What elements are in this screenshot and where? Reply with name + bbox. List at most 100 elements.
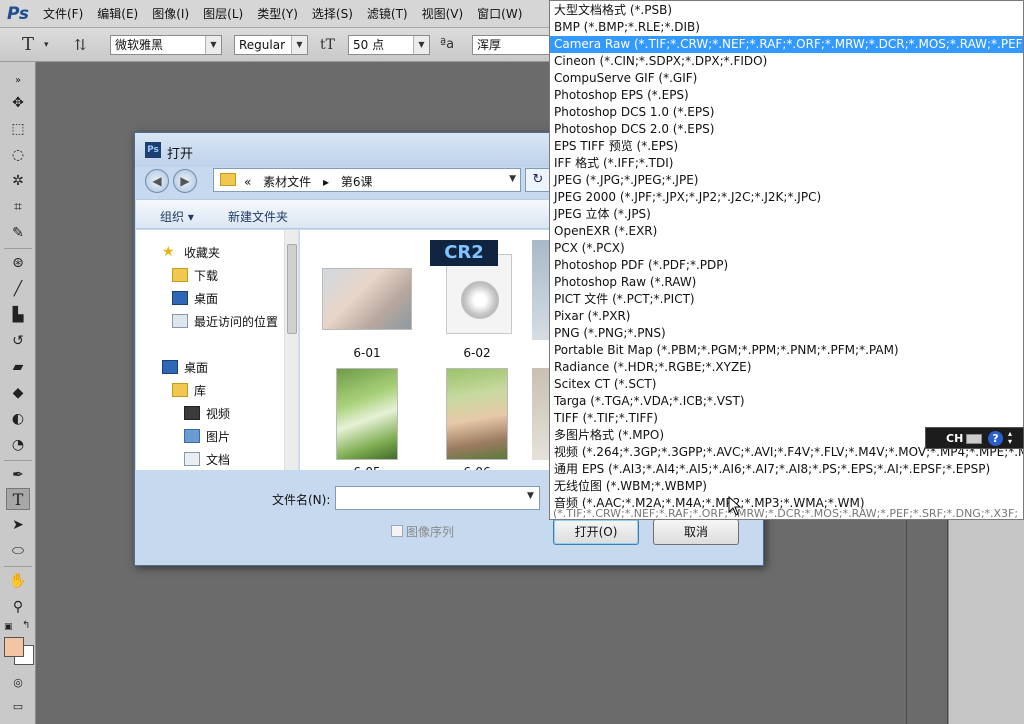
format-option[interactable]: PNG (*.PNG;*.PNS) (550, 325, 1023, 342)
marquee-tool-icon[interactable]: ⬚ (6, 118, 30, 140)
path-selection-tool-icon[interactable]: ➤ (6, 514, 30, 536)
chevron-down-icon[interactable]: ▼ (527, 491, 534, 501)
menu-type[interactable]: 类型(Y) (250, 5, 305, 22)
menu-file[interactable]: 文件(F) (36, 5, 90, 22)
clone-stamp-tool-icon[interactable]: ▙ (6, 304, 30, 326)
quick-mask-icon[interactable]: ◎ (6, 672, 30, 694)
ime-options-icon[interactable]: ▴ ▾ (1008, 430, 1012, 446)
keyboard-icon[interactable] (966, 434, 982, 444)
nav-item-videos[interactable]: 视频 (184, 403, 230, 423)
format-option[interactable]: BMP (*.BMP;*.RLE;*.DIB) (550, 19, 1023, 36)
nav-item-pictures[interactable]: 图片 (184, 426, 230, 446)
format-option[interactable]: 通用 EPS (*.AI3;*.AI4;*.AI5;*.AI6;*.AI7;*.… (550, 461, 1023, 478)
refresh-button[interactable]: ↻ (525, 168, 551, 192)
new-folder-button[interactable]: 新建文件夹 (228, 208, 288, 225)
font-family-select[interactable]: 微软雅黑 ▼ (110, 35, 222, 55)
history-brush-tool-icon[interactable]: ↺ (6, 330, 30, 352)
format-option[interactable]: Pixar (*.PXR) (550, 308, 1023, 325)
toggle-orientation-icon[interactable]: ⇅ (74, 35, 87, 55)
screen-mode-icon[interactable]: ▭ (6, 696, 30, 718)
lasso-tool-icon[interactable]: ◌ (6, 144, 30, 166)
format-option[interactable]: 大型文档格式 (*.PSB) (550, 2, 1023, 19)
ime-language-label[interactable]: CH (946, 432, 963, 445)
dodge-tool-icon[interactable]: ◔ (6, 434, 30, 456)
format-option[interactable]: PICT 文件 (*.PCT;*.PICT) (550, 291, 1023, 308)
scroll-thumb[interactable] (287, 244, 297, 334)
ellipse-tool-icon[interactable]: ⬭ (6, 540, 30, 562)
zoom-tool-icon[interactable]: ⚲ (6, 596, 30, 618)
eraser-tool-icon[interactable]: ▰ (6, 356, 30, 378)
menu-select[interactable]: 选择(S) (305, 5, 360, 22)
menu-edit[interactable]: 编辑(E) (90, 5, 145, 22)
panel-collapse-icon[interactable]: » (6, 70, 30, 92)
format-option[interactable]: Cineon (*.CIN;*.SDPX;*.DPX;*.FIDO) (550, 53, 1023, 70)
swap-colors-icon[interactable]: ↰ (22, 620, 30, 631)
font-style-select[interactable]: Regular ▼ (234, 35, 308, 55)
anti-alias-select[interactable]: 浑厚 (472, 35, 554, 55)
format-option[interactable]: OpenEXR (*.EXR) (550, 223, 1023, 240)
filename-input[interactable] (335, 486, 540, 510)
eyedropper-tool-icon[interactable]: ✎ (6, 222, 30, 244)
file-item[interactable]: CR2 (430, 240, 522, 334)
format-option[interactable]: IFF 格式 (*.IFF;*.TDI) (550, 155, 1023, 172)
menu-filter[interactable]: 滤镜(T) (360, 5, 415, 22)
format-option[interactable]: Portable Bit Map (*.PBM;*.PGM;*.PPM;*.PN… (550, 342, 1023, 359)
nav-item-desktop[interactable]: 桌面 (172, 288, 218, 308)
nav-item-documents[interactable]: 文档 (184, 449, 230, 469)
nav-item-recent[interactable]: 最近访问的位置 (172, 311, 278, 331)
crop-tool-icon[interactable]: ⌗ (6, 196, 30, 218)
file-item[interactable] (432, 368, 522, 460)
blur-tool-icon[interactable]: ◐ (6, 408, 30, 430)
format-option[interactable]: Photoshop PDF (*.PDF;*.PDP) (550, 257, 1023, 274)
breadcrumb-item[interactable]: 素材文件 (263, 175, 311, 189)
format-option[interactable]: JPEG 立体 (*.JPS) (550, 206, 1023, 223)
foreground-color-swatch[interactable] (4, 637, 24, 657)
brush-tool-icon[interactable]: ╱ (6, 278, 30, 300)
breadcrumb-overflow[interactable]: « (244, 175, 251, 189)
nav-scrollbar[interactable] (284, 230, 298, 470)
type-tool-icon[interactable]: T (6, 488, 30, 510)
healing-brush-tool-icon[interactable]: ⊛ (6, 252, 30, 274)
format-option[interactable]: EPS TIFF 预览 (*.EPS) (550, 138, 1023, 155)
format-option[interactable]: TIFF (*.TIF;*.TIFF) (550, 410, 1023, 427)
nav-item-libraries[interactable]: 库 (172, 380, 206, 400)
format-option[interactable]: Photoshop DCS 2.0 (*.EPS) (550, 121, 1023, 138)
format-option[interactable]: Scitex CT (*.SCT) (550, 376, 1023, 393)
breadcrumb-item[interactable]: 第6课 (341, 175, 373, 189)
type-tool-icon[interactable]: T (22, 35, 34, 55)
help-icon[interactable]: ? (988, 431, 1003, 446)
pen-tool-icon[interactable]: ✒ (6, 464, 30, 486)
menu-view[interactable]: 视图(V) (415, 5, 471, 22)
format-option[interactable]: 无线位图 (*.WBM;*.WBMP) (550, 478, 1023, 495)
default-colors-icon[interactable]: ▣ (4, 622, 13, 632)
format-option[interactable]: Radiance (*.HDR;*.RGBE;*.XYZE) (550, 359, 1023, 376)
forward-button[interactable]: ▶ (173, 169, 197, 193)
move-tool-icon[interactable]: ✥ (6, 92, 30, 114)
format-option[interactable]: JPEG (*.JPG;*.JPEG;*.JPE) (550, 172, 1023, 189)
chevron-down-icon[interactable]: ▼ (509, 174, 516, 184)
format-option[interactable]: Targa (*.TGA;*.VDA;*.ICB;*.VST) (550, 393, 1023, 410)
organize-button[interactable]: 组织 ▾ (160, 208, 194, 225)
back-button[interactable]: ◀ (145, 169, 169, 193)
font-size-select[interactable]: 50 点 ▼ (348, 35, 430, 55)
paint-bucket-tool-icon[interactable]: ◆ (6, 382, 30, 404)
format-option[interactable]: Photoshop EPS (*.EPS) (550, 87, 1023, 104)
format-option[interactable]: Photoshop Raw (*.RAW) (550, 274, 1023, 291)
format-option[interactable]: PCX (*.PCX) (550, 240, 1023, 257)
hand-tool-icon[interactable]: ✋ (6, 570, 30, 592)
magic-wand-tool-icon[interactable]: ✲ (6, 170, 30, 192)
image-sequence-checkbox[interactable] (391, 525, 403, 537)
address-bar[interactable]: « 素材文件 ▸ 第6课 ▼ (213, 168, 521, 192)
menu-layer[interactable]: 图层(L) (196, 5, 250, 22)
file-item[interactable] (322, 254, 412, 344)
format-option[interactable]: Photoshop DCS 1.0 (*.EPS) (550, 104, 1023, 121)
menu-window[interactable]: 窗口(W) (470, 5, 529, 22)
nav-item-downloads[interactable]: 下载 (172, 265, 218, 285)
tool-preset-arrow-icon[interactable]: ▾ (44, 35, 49, 55)
nav-item-desktop-root[interactable]: 桌面 (162, 357, 208, 377)
format-option[interactable]: CompuServe GIF (*.GIF) (550, 70, 1023, 87)
file-item[interactable] (322, 368, 412, 460)
menu-image[interactable]: 图像(I) (145, 5, 196, 22)
nav-item-favorites[interactable]: ★ 收藏夹 (162, 242, 220, 262)
open-button[interactable]: 打开(O) (553, 519, 639, 545)
